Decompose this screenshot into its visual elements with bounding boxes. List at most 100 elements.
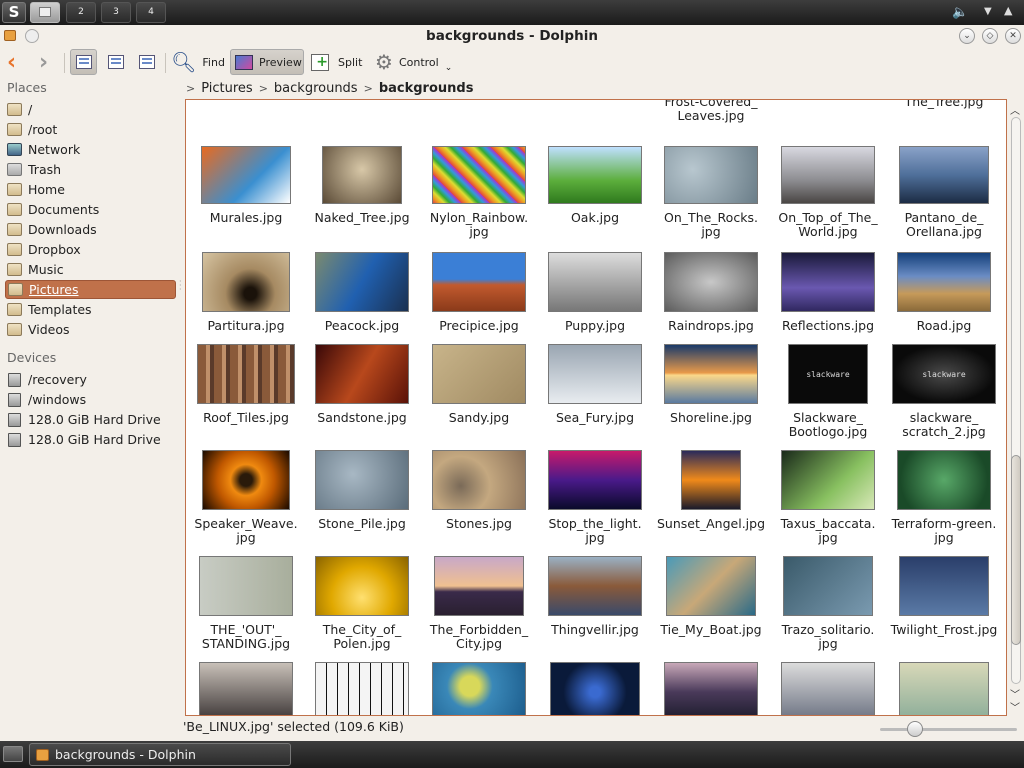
file-item[interactable]: On_The_Rocks. jpg bbox=[654, 146, 768, 239]
file-item[interactable]: Oak.jpg bbox=[538, 146, 652, 225]
file-item[interactable]: slackware Slackware_ Bootlogo.jpg bbox=[771, 344, 885, 439]
breadcrumb-item-pictures[interactable]: Pictures bbox=[201, 81, 252, 96]
sidebar-item-home[interactable]: Home bbox=[5, 180, 176, 199]
sidebar-item-documents[interactable]: Documents bbox=[5, 200, 176, 219]
zoom-slider[interactable] bbox=[880, 728, 1017, 731]
breadcrumb-root-arrow[interactable]: > bbox=[186, 82, 195, 95]
sidebar-item-dropbox[interactable]: Dropbox bbox=[5, 240, 176, 259]
file-item[interactable]: Pantano_de_ Orellana.jpg bbox=[887, 146, 1001, 239]
file-item[interactable]: Precipice.jpg bbox=[422, 252, 536, 333]
file-item[interactable]: Puppy.jpg bbox=[538, 252, 652, 333]
sidebar-item-trash[interactable]: Trash bbox=[5, 160, 176, 179]
scroll-down-arrow-icon[interactable]: ﹀ bbox=[1010, 699, 1020, 714]
application-menu-button[interactable]: S bbox=[2, 2, 26, 23]
file-item[interactable] bbox=[189, 662, 303, 715]
file-name: Precipice.jpg bbox=[439, 318, 519, 333]
icons-view-button[interactable] bbox=[70, 49, 97, 75]
device-item[interactable]: /recovery bbox=[5, 370, 176, 389]
file-item[interactable] bbox=[887, 662, 1001, 715]
close-button[interactable]: ✕ bbox=[1005, 28, 1021, 44]
device-item-label: 128.0 GiB Hard Drive bbox=[28, 432, 161, 447]
file-item[interactable] bbox=[538, 662, 652, 715]
file-item[interactable]: Raindrops.jpg bbox=[654, 252, 768, 333]
file-item[interactable]: Twilight_Frost.jpg bbox=[887, 556, 1001, 637]
file-item[interactable]: Frost-Covered_ Leaves.jpg bbox=[646, 100, 776, 123]
sidebar-item-network[interactable]: Network bbox=[5, 140, 176, 159]
file-item[interactable]: Nylon_Rainbow. jpg bbox=[422, 146, 536, 239]
file-item[interactable] bbox=[305, 662, 419, 715]
file-item[interactable] bbox=[654, 662, 768, 715]
sidebar-item-root[interactable]: /root bbox=[5, 120, 176, 139]
file-item[interactable]: Reflections.jpg bbox=[771, 252, 885, 333]
file-item[interactable]: Roof_Tiles.jpg bbox=[189, 344, 303, 425]
breadcrumb-item-backgrounds[interactable]: backgrounds bbox=[274, 81, 358, 96]
file-item[interactable]: Murales.jpg bbox=[189, 146, 303, 225]
desktop-1-button[interactable] bbox=[30, 2, 60, 23]
tray-expand-icon[interactable]: ▼ bbox=[984, 6, 992, 17]
image-thumbnail bbox=[197, 344, 295, 404]
minimize-button[interactable]: ⌄ bbox=[959, 28, 975, 44]
speaker-icon[interactable]: 🔈 bbox=[952, 5, 968, 20]
sidebar-item-downloads[interactable]: Downloads bbox=[5, 220, 176, 239]
file-item[interactable]: Tie_My_Boat.jpg bbox=[654, 556, 768, 637]
file-item[interactable]: Stones.jpg bbox=[422, 450, 536, 531]
file-item[interactable]: THE_'OUT'_ STANDING.jpg bbox=[189, 556, 303, 651]
device-item[interactable]: 128.0 GiB Hard Drive bbox=[5, 430, 176, 449]
breadcrumb-item-current[interactable]: backgrounds bbox=[379, 81, 474, 96]
file-item[interactable]: Taxus_baccata. jpg bbox=[771, 450, 885, 545]
sidebar-item-videos[interactable]: Videos bbox=[5, 320, 176, 339]
control-button[interactable]: ⚙ Control ⌄ bbox=[375, 49, 452, 75]
find-button[interactable]: 🔍︎ Find bbox=[171, 49, 225, 75]
back-arrow-icon[interactable]: ‹ bbox=[7, 50, 16, 75]
desktop-3-button[interactable]: 3 bbox=[101, 2, 131, 23]
maximize-button[interactable]: ◇ bbox=[982, 28, 998, 44]
sidebar-item-pictures[interactable]: Pictures bbox=[5, 280, 176, 299]
file-item[interactable]: Shoreline.jpg bbox=[654, 344, 768, 425]
file-item[interactable]: Sandstone.jpg bbox=[305, 344, 419, 425]
breadcrumb-separator[interactable]: > bbox=[259, 82, 268, 95]
sidebar-item-root-folder[interactable]: / bbox=[5, 100, 176, 119]
file-item[interactable]: The_Forbidden_ City.jpg bbox=[422, 556, 536, 651]
file-item[interactable]: Trazo_solitario. jpg bbox=[771, 556, 885, 651]
file-item[interactable]: Thingvellir.jpg bbox=[538, 556, 652, 637]
file-item[interactable]: Road.jpg bbox=[887, 252, 1001, 333]
image-thumbnail bbox=[322, 146, 402, 204]
file-item[interactable]: Naked_Tree.jpg bbox=[305, 146, 419, 225]
panel-toolbox-icon[interactable]: ▲ bbox=[1004, 4, 1012, 17]
show-desktop-button[interactable] bbox=[3, 746, 23, 762]
file-item[interactable]: Speaker_Weave. jpg bbox=[189, 450, 303, 545]
panel-splitter-handle[interactable]: · · · bbox=[179, 278, 182, 294]
file-item[interactable]: Partitura.jpg bbox=[189, 252, 303, 333]
zoom-slider-handle[interactable] bbox=[907, 721, 923, 737]
image-thumbnail bbox=[550, 662, 640, 715]
file-item[interactable]: Stop_the_light. jpg bbox=[538, 450, 652, 545]
file-item[interactable] bbox=[771, 662, 885, 715]
scrollbar-thumb[interactable] bbox=[1011, 455, 1021, 645]
details-view-button[interactable] bbox=[102, 49, 129, 75]
file-item[interactable]: slackware slackware_ scratch_2.jpg bbox=[887, 344, 1001, 439]
device-item[interactable]: /windows bbox=[5, 390, 176, 409]
file-item[interactable]: Stone_Pile.jpg bbox=[305, 450, 419, 531]
split-button[interactable]: + Split bbox=[311, 49, 362, 75]
device-item[interactable]: 128.0 GiB Hard Drive bbox=[5, 410, 176, 429]
desktop-2-button[interactable]: 2 bbox=[66, 2, 96, 23]
preview-button[interactable]: Preview bbox=[230, 49, 304, 75]
columns-view-button[interactable] bbox=[133, 49, 160, 75]
breadcrumb-separator[interactable]: > bbox=[364, 82, 373, 95]
file-item[interactable]: Peacock.jpg bbox=[305, 252, 419, 333]
desktop-4-button[interactable]: 4 bbox=[136, 2, 166, 23]
sidebar-item-music[interactable]: Music bbox=[5, 260, 176, 279]
file-item[interactable] bbox=[422, 662, 536, 715]
file-view[interactable]: Frost-Covered_ Leaves.jpg The_Tree.jpg Mur… bbox=[185, 99, 1007, 716]
sidebar-item-templates[interactable]: Templates bbox=[5, 300, 176, 319]
taskbar-task-dolphin[interactable]: backgrounds - Dolphin bbox=[29, 743, 291, 766]
file-item[interactable]: Terraform-green. jpg bbox=[887, 450, 1001, 545]
file-item[interactable]: On_Top_of_The_ World.jpg bbox=[771, 146, 885, 239]
file-item[interactable]: Sandy.jpg bbox=[422, 344, 536, 425]
file-item[interactable]: The_Tree.jpg bbox=[879, 100, 1006, 109]
scroll-up-arrow-icon[interactable]: ︿ bbox=[1010, 102, 1020, 117]
file-item[interactable]: Sunset_Angel.jpg bbox=[654, 450, 768, 531]
file-item[interactable]: The_City_of_ Polen.jpg bbox=[305, 556, 419, 651]
forward-arrow-icon[interactable]: › bbox=[39, 50, 48, 75]
file-item[interactable]: Sea_Fury.jpg bbox=[538, 344, 652, 425]
